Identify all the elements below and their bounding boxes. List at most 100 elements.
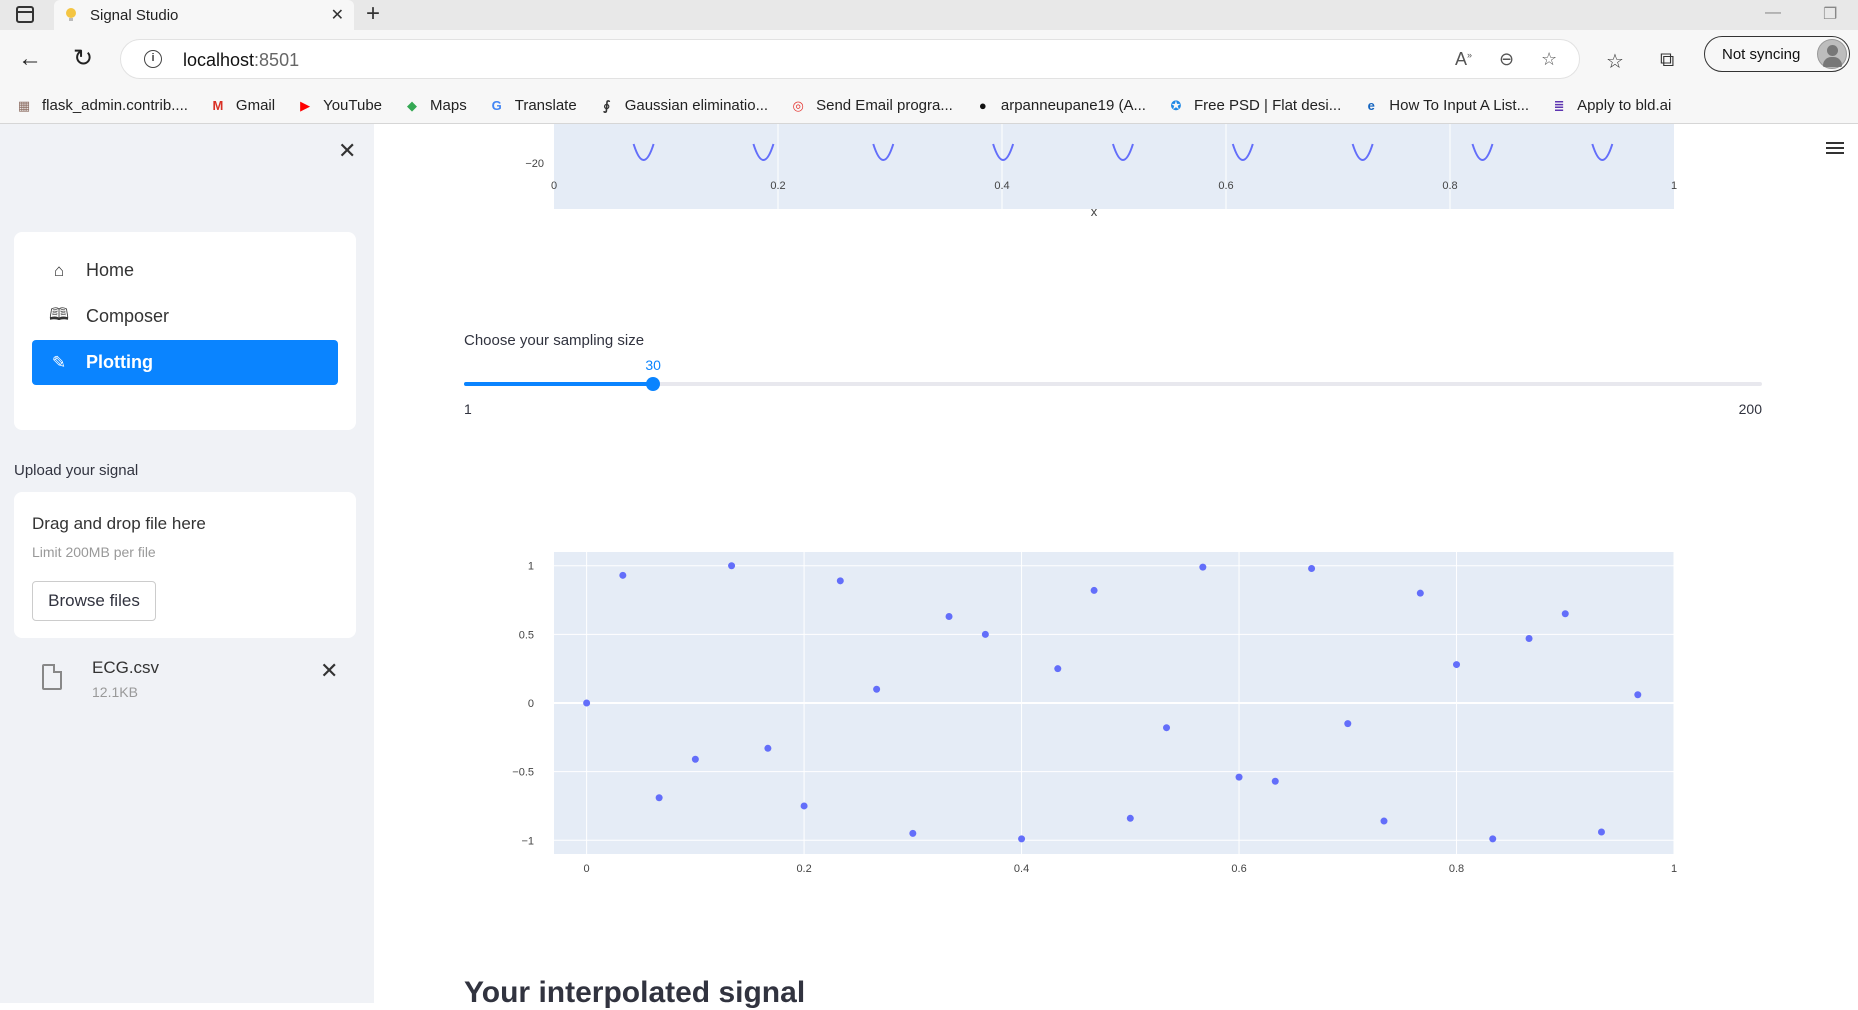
math-icon: ∮ (603, 97, 611, 113)
browse-files-button[interactable]: Browse files (32, 581, 156, 621)
tab-actions-icon[interactable] (16, 6, 34, 23)
bookmarks-bar: ▦ flask_admin.contrib.... M Gmail ▶ YouTube ◆ M… (0, 88, 1858, 124)
refresh-icon[interactable]: ↻ (73, 44, 93, 74)
sample-point (1126, 814, 1134, 822)
close-tab-icon[interactable]: ✕ (331, 5, 344, 25)
bookmark-label: arpanneupane19 (A... (1000, 97, 1146, 114)
nav-item-home[interactable]: ⌂ Home (32, 248, 338, 293)
new-tab-icon[interactable]: + (366, 0, 380, 28)
minimize-icon[interactable]: — (1765, 4, 1781, 22)
x-tick-label: 0.2 (796, 863, 811, 875)
bookmark-label: Send Email progra... (816, 97, 953, 114)
sample-point (945, 613, 953, 621)
gmail-icon: M (212, 98, 224, 113)
favorites-icon[interactable]: ☆ (1606, 49, 1624, 74)
bulb-favicon-icon (64, 7, 78, 23)
sample-point (1308, 564, 1316, 572)
book-icon: 🕮 (48, 305, 70, 324)
bookmark-label: Maps (430, 97, 467, 114)
bookmark-item[interactable]: e How To Input A List... (1361, 97, 1529, 115)
bookmark-label: Gmail (235, 97, 276, 114)
restore-icon[interactable]: ❐ (1823, 4, 1837, 24)
delete-file-icon[interactable]: ✕ (320, 658, 338, 684)
sample-point (1054, 665, 1062, 673)
sample-point (728, 562, 736, 570)
bookmark-label: Free PSD | Flat desi... (1193, 97, 1342, 114)
bookmark-item[interactable]: ● arpanneupane19 (A... (973, 97, 1146, 115)
avatar (1817, 39, 1847, 69)
sample-point (1416, 589, 1424, 597)
bookmark-item[interactable]: ∮ Gaussian eliminatio... (597, 97, 768, 115)
psd-icon: ✪ (1170, 97, 1182, 113)
sample-point (1634, 691, 1642, 699)
tab-strip: Signal Studio ✕ + — ❐ (0, 0, 1858, 30)
sampled-signal-plot[interactable]: 1 0.5 0 −0.5 −1 0 0.2 0.4 0.6 0.8 1 (374, 124, 1858, 884)
bookmark-item[interactable]: M Gmail (208, 97, 275, 115)
bookmark-item[interactable]: ◆ Maps (402, 97, 467, 115)
bookmark-item[interactable]: ▦ flask_admin.contrib.... (14, 97, 188, 115)
x-tick-label: 1 (1671, 863, 1677, 875)
x-tick-label: 0.4 (1014, 863, 1029, 875)
x-tick-label: 0 (584, 863, 590, 875)
home-icon: ⌂ (53, 260, 65, 280)
sample-point (619, 571, 627, 579)
nav-item-plotting[interactable]: ✎ Plotting (32, 340, 338, 385)
bookmark-item[interactable]: G Translate (487, 97, 577, 115)
nav-label-plotting: Plotting (86, 352, 153, 372)
bookmark-item[interactable]: ✪ Free PSD | Flat desi... (1166, 97, 1342, 115)
sample-point (1453, 661, 1461, 669)
site-info-icon[interactable]: i (144, 50, 162, 68)
sample-point (1199, 563, 1207, 571)
e-icon: e (1367, 98, 1375, 113)
sample-point (873, 685, 881, 693)
sample-point (1163, 724, 1171, 732)
file-size: 12.1KB (92, 684, 138, 700)
tab-title: Signal Studio (90, 6, 179, 24)
maps-icon: ◆ (407, 97, 418, 113)
sample-point (1018, 835, 1026, 843)
sample-point (655, 794, 663, 802)
sample-point (583, 699, 591, 707)
add-favorite-icon[interactable]: ☆ (1541, 49, 1557, 70)
file-dropzone[interactable]: Drag and drop file here Limit 200MB per … (14, 492, 356, 638)
close-sidebar-icon[interactable]: ✕ (338, 138, 356, 164)
bookmark-label: Apply to bld.ai (1577, 97, 1672, 114)
bookmark-label: YouTube (323, 97, 383, 114)
read-aloud-icon[interactable]: A» (1455, 49, 1472, 70)
sample-point (1489, 835, 1497, 843)
email-program-icon: ◎ (792, 97, 804, 113)
y-tick-label: −0.5 (512, 767, 534, 779)
back-arrow-icon[interactable]: ← (18, 44, 42, 74)
sample-point (1271, 777, 1279, 785)
bookmark-item[interactable]: ◎ Send Email progra... (788, 97, 953, 115)
address-input[interactable]: i localhost:8501 A» ⊖ ☆ (120, 39, 1580, 79)
dropzone-limit: Limit 200MB per file (32, 544, 156, 560)
sample-point (764, 744, 772, 752)
sample-point (981, 630, 989, 638)
nav-label-composer: Composer (86, 306, 170, 326)
profile-sync-button[interactable]: Not syncing (1704, 36, 1850, 72)
collections-icon[interactable]: ⧉ (1660, 49, 1674, 72)
zoom-out-icon[interactable]: ⊖ (1499, 49, 1514, 70)
sample-point (1235, 773, 1243, 781)
sample-point (1344, 720, 1352, 728)
bookmark-label: flask_admin.contrib.... (42, 97, 188, 114)
x-tick-label: 0.6 (1231, 863, 1246, 875)
nav-label-home: Home (86, 260, 135, 280)
dropzone-title: Drag and drop file here (32, 514, 206, 533)
nav-menu: ⌂ Home 🕮 Composer ✎ Plotting (14, 232, 356, 430)
y-tick-label: −1 (521, 835, 534, 847)
flask-icon: ▦ (17, 97, 31, 113)
browser-tab[interactable]: Signal Studio ✕ (54, 0, 354, 30)
main-content: −20 0 0.2 0.4 0.6 0.8 1 x Choose your sampling … (374, 124, 1858, 1009)
form-icon: ≣ (1553, 97, 1565, 113)
y-tick-label: 1 (528, 561, 534, 573)
file-name: ECG.csv (92, 658, 160, 677)
bookmark-item[interactable]: ▶ YouTube (295, 97, 382, 115)
sidebar: ✕ ⌂ Home 🕮 Composer ✎ Plotting Upload yo… (0, 124, 374, 1003)
nav-item-composer[interactable]: 🕮 Composer (32, 294, 338, 339)
bookmark-item[interactable]: ≣ Apply to bld.ai (1549, 97, 1672, 115)
sample-point (691, 755, 699, 763)
sample-point (1597, 828, 1605, 836)
github-icon: ● (978, 98, 987, 113)
